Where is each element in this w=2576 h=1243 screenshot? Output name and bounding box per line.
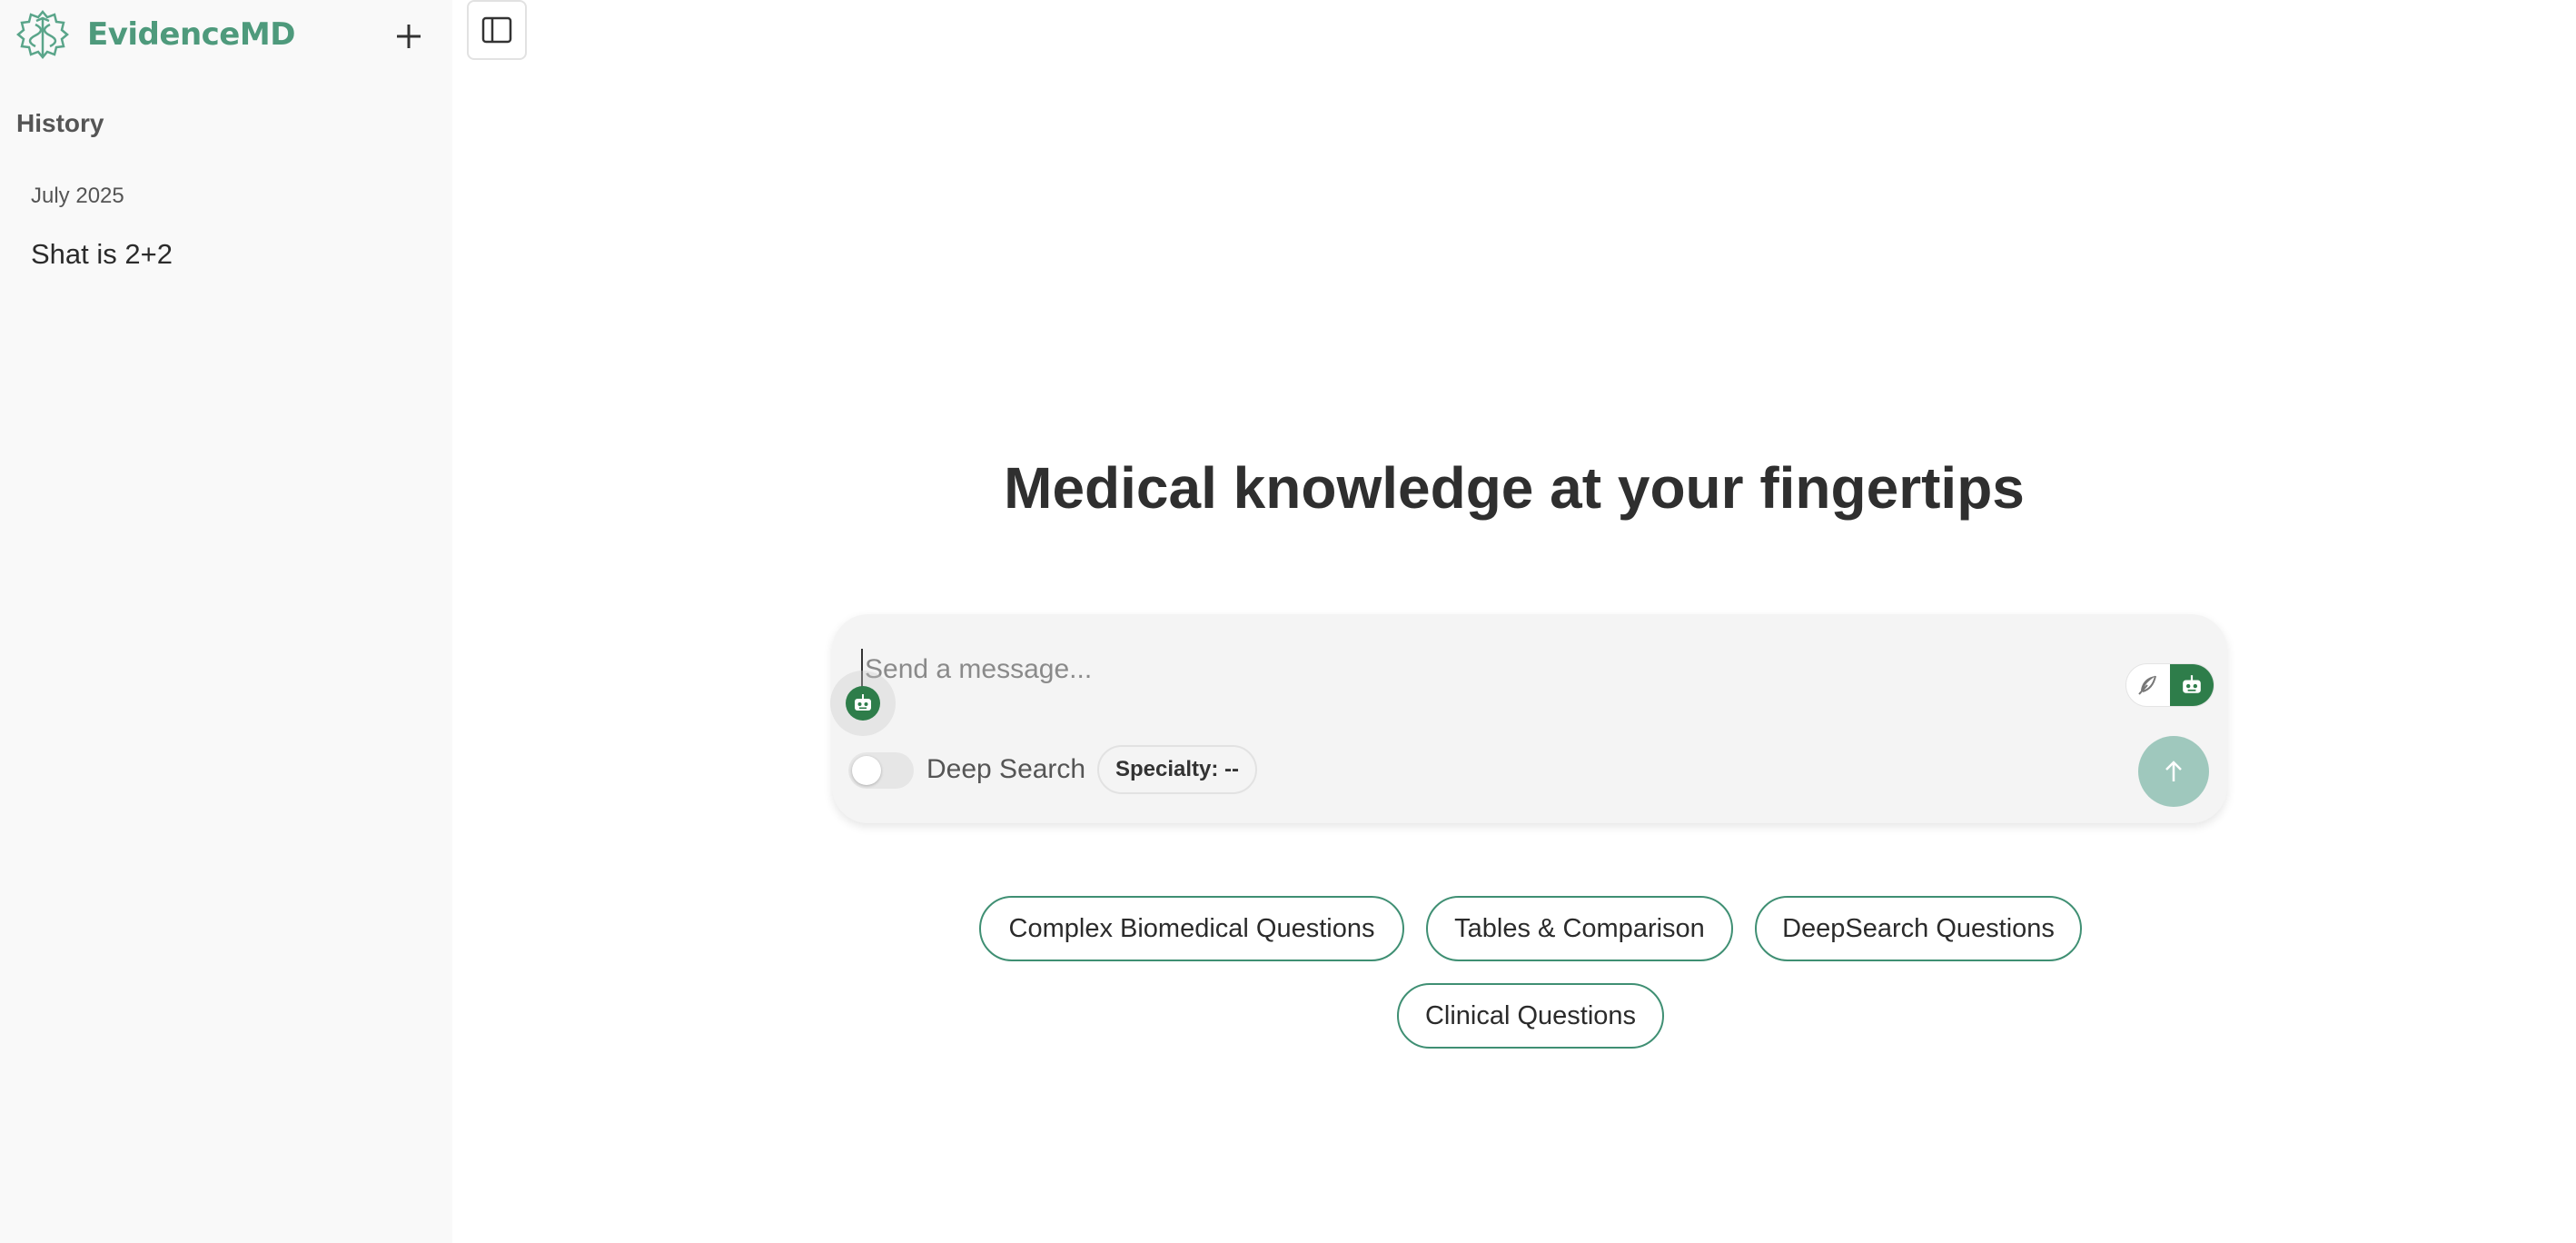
sidebar-toggle-button[interactable]: [467, 0, 527, 60]
mode-switch: [2125, 663, 2214, 707]
history-heading: History: [16, 109, 104, 137]
message-input[interactable]: [861, 649, 2047, 691]
brand-name: EvidenceMD: [87, 16, 295, 53]
specialty-select[interactable]: Specialty: --: [1097, 745, 1258, 794]
suggestion-chip[interactable]: Clinical Questions: [1397, 983, 1664, 1049]
feather-icon: [2138, 675, 2156, 695]
caduceus-gear-logo-icon: [16, 10, 69, 59]
sidebar: EvidenceMD History July 2025 Shat is 2+2: [0, 0, 452, 1243]
agent-mode-button[interactable]: [2170, 664, 2214, 706]
feather-mode-button[interactable]: [2126, 664, 2170, 706]
brand[interactable]: EvidenceMD: [9, 2, 295, 67]
suggestion-chip[interactable]: Tables & Comparison: [1426, 896, 1733, 961]
message-composer: Deep Search Specialty: --: [830, 614, 2227, 823]
history-item[interactable]: Shat is 2+2: [31, 238, 173, 271]
agent-avatar-dot: [846, 686, 880, 721]
agent-avatar: [830, 671, 896, 736]
suggestion-chip[interactable]: Complex Biomedical Questions: [979, 896, 1404, 961]
suggestion-chip[interactable]: DeepSearch Questions: [1755, 896, 2082, 961]
sidebar-panel-icon: [481, 16, 512, 44]
deep-search-toggle[interactable]: [848, 752, 914, 789]
robot-icon: [855, 694, 871, 711]
deep-search-label: Deep Search: [926, 754, 1086, 784]
send-button[interactable]: [2138, 736, 2209, 807]
plus-icon: [397, 25, 421, 48]
robot-icon: [2183, 675, 2201, 693]
arrow-up-icon: [2165, 761, 2182, 781]
headline-text: Medical knowledge at your fingertips: [1004, 455, 2025, 521]
page-headline: Medical knowledge at your fingertips: [452, 454, 2576, 522]
toggle-knob: [852, 756, 881, 785]
new-chat-button[interactable]: [389, 16, 429, 56]
history-group-label: July 2025: [31, 184, 124, 208]
